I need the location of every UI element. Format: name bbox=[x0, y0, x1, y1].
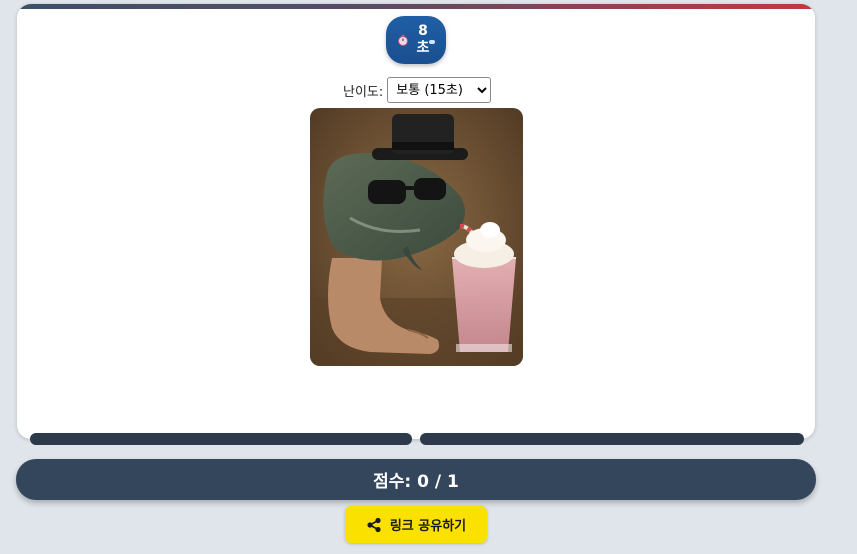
share-icon bbox=[367, 517, 381, 532]
share-link-button[interactable]: 링크 공유하기 bbox=[345, 506, 487, 543]
answer-option-right[interactable] bbox=[420, 433, 804, 445]
difficulty-label: 난이도: bbox=[343, 84, 384, 100]
score-bar: 점수: 0 / 1 bbox=[16, 459, 816, 500]
stopwatch-icon bbox=[398, 34, 408, 46]
score-text: 점수: 0 / 1 bbox=[373, 472, 459, 492]
answer-option-left[interactable] bbox=[30, 433, 412, 445]
difficulty-control: 난이도: 보통 (15초) bbox=[343, 77, 492, 103]
card-top-accent bbox=[17, 4, 815, 9]
timer-indicator bbox=[429, 40, 435, 44]
fish-milkshake-illustration bbox=[310, 108, 523, 366]
quiz-image bbox=[310, 108, 523, 366]
countdown-timer: 8 초 bbox=[386, 16, 446, 64]
share-button-label: 링크 공유하기 bbox=[389, 519, 467, 534]
quiz-card: 8 초 난이도: 보통 (15초) bbox=[17, 4, 815, 439]
difficulty-select[interactable]: 보통 (15초) bbox=[387, 77, 492, 103]
